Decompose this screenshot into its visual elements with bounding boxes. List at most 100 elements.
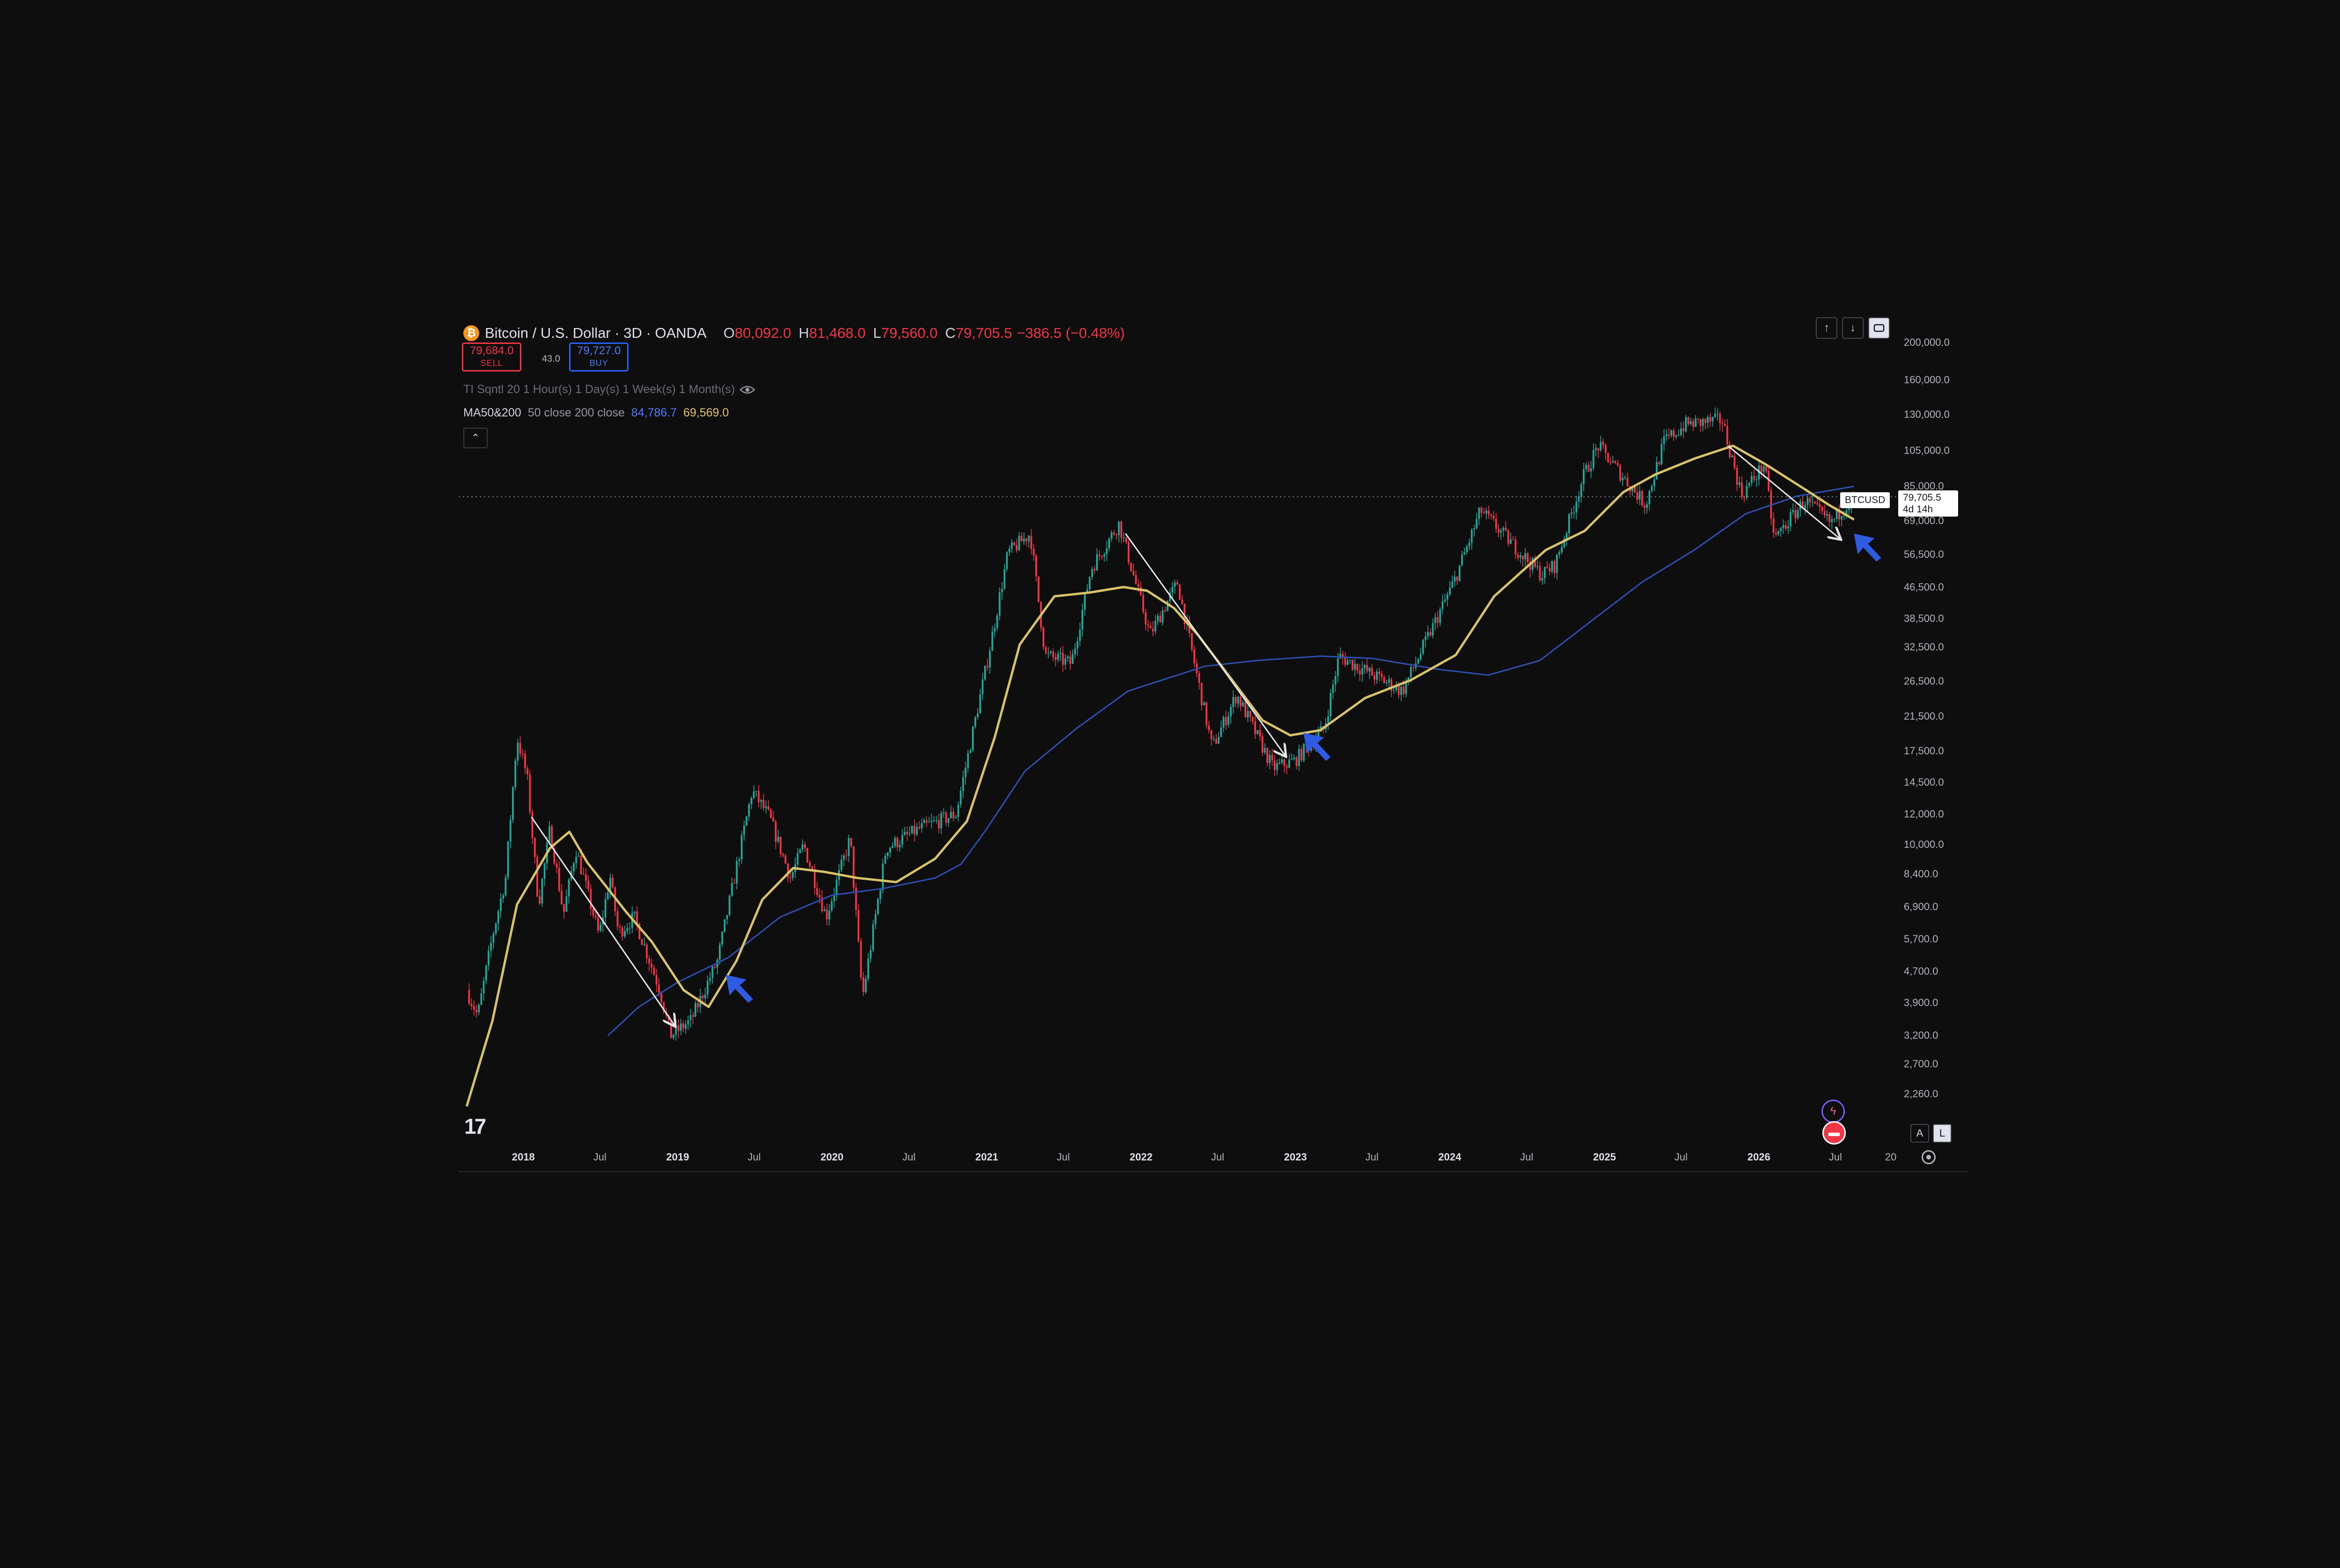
candle-body-424	[1500, 530, 1502, 533]
candle-body-15	[505, 877, 507, 896]
maximize-icon	[1873, 324, 1885, 332]
candle-body-281	[1152, 628, 1154, 632]
year-tick-label: 2022	[1129, 1151, 1153, 1163]
price-tick-label: 10,000.0	[1904, 839, 1944, 851]
candle-body-539	[1780, 528, 1782, 532]
candle-body-520	[1733, 455, 1736, 468]
candle-body-317	[1239, 697, 1242, 707]
candle-body-431	[1517, 554, 1519, 558]
candle-body-11	[495, 923, 497, 934]
candle-body-57	[607, 892, 609, 899]
candle-body-549	[1804, 505, 1806, 509]
candle-body-555	[1819, 504, 1821, 507]
candle-body-330	[1271, 755, 1273, 760]
candle-body-531	[1760, 465, 1762, 472]
candle-body-415	[1478, 507, 1480, 519]
candle-body-196	[945, 812, 947, 823]
candle-body-510	[1709, 417, 1711, 422]
candle-body-546	[1797, 510, 1799, 518]
candle-body-444	[1549, 568, 1551, 572]
candle-body-229	[1025, 538, 1028, 541]
symbol-header[interactable]: ₿ Bitcoin / U.S. Dollar · 3D · OANDA O 80…	[463, 322, 1125, 344]
candle-body-307	[1215, 739, 1217, 744]
tradingview-logo[interactable]: 17	[464, 1114, 486, 1139]
log-scale-button[interactable]: L	[1933, 1124, 1952, 1143]
year-tick-label: 2023	[1284, 1151, 1307, 1163]
candle-body-228	[1023, 538, 1025, 542]
candle-body-495	[1673, 430, 1675, 437]
maximize-button[interactable]	[1868, 317, 1890, 339]
ma-indicator-params: 50 close 200 close	[527, 406, 625, 419]
candle-body-382	[1397, 685, 1400, 695]
price-chart[interactable]	[459, 314, 1967, 1174]
candle-body-236	[1042, 627, 1045, 648]
candle-body-521	[1736, 468, 1738, 485]
scroll-down-button[interactable]: ↓	[1842, 317, 1864, 339]
candle-body-250	[1076, 641, 1079, 649]
eye-icon[interactable]	[739, 385, 756, 395]
candle-body-408	[1461, 554, 1463, 566]
ma50-value: 69,569.0	[683, 406, 729, 419]
candle-body-7	[485, 965, 487, 981]
candle-body-69	[636, 911, 638, 924]
candle-body-38	[561, 890, 563, 904]
candle-body-544	[1792, 510, 1794, 512]
candle-body-274	[1135, 575, 1137, 584]
candle-body-14	[502, 895, 505, 899]
candle-body-466	[1602, 442, 1604, 445]
candle-body-166	[872, 924, 874, 950]
symbol-title[interactable]: Bitcoin / U.S. Dollar · 3D · OANDA	[485, 325, 707, 342]
chevron-up-icon: ⌃	[471, 432, 480, 444]
ma-indicator-legend[interactable]: MA50&200 50 close 200 close 84,786.7 69,…	[463, 406, 729, 420]
candle-body-204	[965, 767, 967, 777]
candle-body-123	[768, 806, 769, 810]
candle-body-341	[1298, 749, 1300, 766]
candle-body-147	[826, 909, 828, 919]
candle-body-234	[1038, 576, 1040, 602]
candle-body-183	[914, 825, 915, 835]
trend-arrow-1	[1125, 533, 1286, 756]
candle-body-336	[1286, 766, 1288, 768]
candle-body-420	[1490, 514, 1492, 516]
candle-body-20	[517, 743, 519, 761]
candle-body-291	[1176, 582, 1178, 585]
candle-body-536	[1772, 518, 1775, 533]
settings-gear-icon[interactable]	[1922, 1150, 1936, 1164]
economic-events-icon[interactable]: ▬	[1822, 1121, 1846, 1145]
auto-scale-button[interactable]: A	[1910, 1124, 1929, 1143]
candle-body-527	[1750, 476, 1753, 483]
candle-body-63	[622, 927, 623, 937]
candle-body-24	[526, 768, 529, 775]
candle-body-464	[1597, 448, 1600, 451]
candle-body-512	[1714, 414, 1716, 417]
lightning-icon[interactable]: ϟ	[1821, 1100, 1845, 1123]
ti-indicator-legend[interactable]: TI Sqntl 20 1 Hour(s) 1 Day(s) 1 Week(s)…	[463, 383, 756, 396]
candle-body-503	[1692, 421, 1694, 427]
candle-body-113	[743, 825, 745, 835]
candle-body-3	[475, 1010, 477, 1013]
chart-frame[interactable]: ₿ Bitcoin / U.S. Dollar · 3D · OANDA O 80…	[459, 314, 1967, 1174]
sell-button[interactable]: 79,684.0 SELL	[462, 343, 522, 372]
auto-scale-label: A	[1916, 1127, 1923, 1139]
scroll-up-button[interactable]: ↑	[1816, 317, 1837, 339]
candle-body-364	[1354, 664, 1356, 670]
candle-body-230	[1028, 536, 1030, 541]
month-tick-label: Jul	[1674, 1151, 1688, 1163]
ma-indicator-label: MA50&200	[463, 406, 521, 419]
candle-body-332	[1276, 763, 1278, 770]
candle-body-13	[500, 898, 502, 912]
candle-body-309	[1220, 727, 1222, 737]
candle-body-416	[1480, 507, 1483, 513]
month-tick-label: Jul	[1056, 1151, 1070, 1163]
candle-body-23	[524, 753, 526, 769]
price-tick-label: 38,500.0	[1904, 613, 1944, 625]
candle-body-73	[646, 944, 648, 959]
buy-button[interactable]: 79,727.0 BUY	[569, 343, 629, 372]
candle-body-360	[1344, 657, 1346, 665]
collapse-legend-button[interactable]: ⌃	[463, 428, 488, 448]
candle-body-313	[1230, 707, 1232, 716]
price-tick-label: 32,500.0	[1904, 641, 1944, 653]
candle-body-540	[1782, 525, 1784, 528]
candle-body-77	[655, 975, 658, 985]
candle-body-56	[604, 899, 607, 918]
